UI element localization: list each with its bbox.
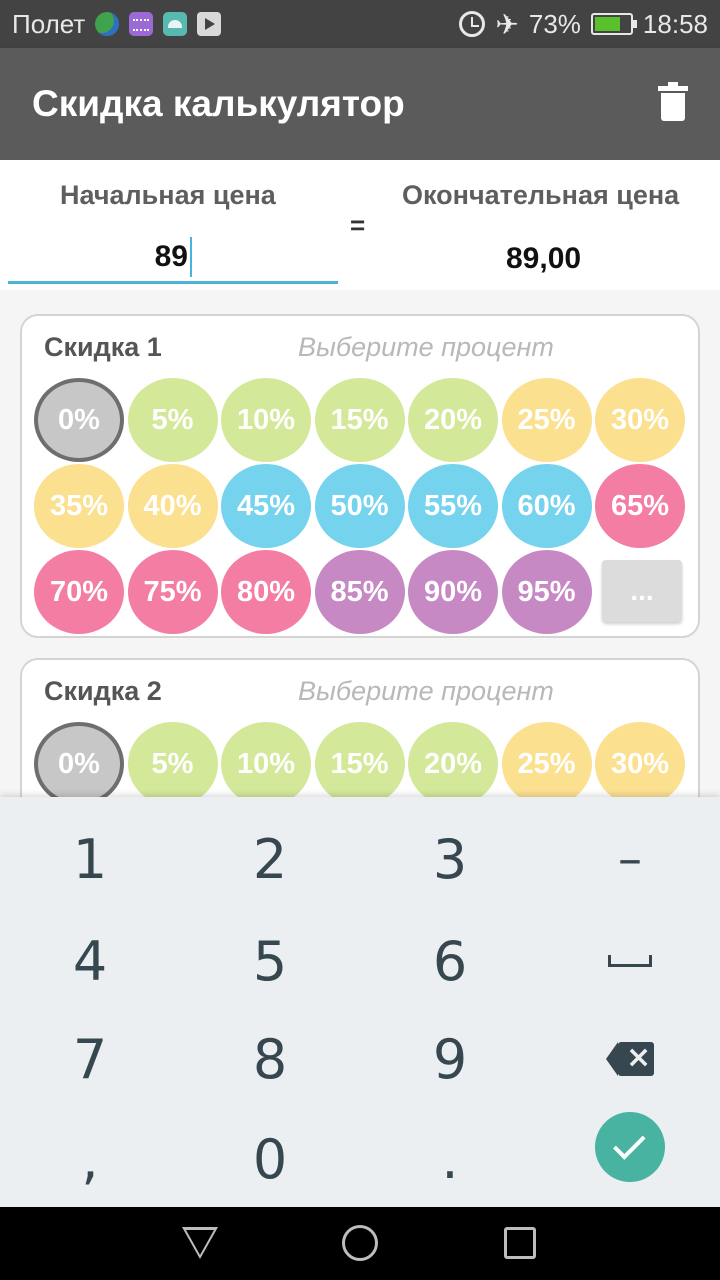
percent-option[interactable]: 90% <box>408 550 498 634</box>
recents-icon[interactable] <box>504 1227 536 1259</box>
price-section: Начальная цена Окончательная цена = 89 8… <box>0 160 720 290</box>
discount-title: Скидка 1 <box>44 332 162 362</box>
percent-option[interactable]: 40% <box>127 464 218 548</box>
final-price-value: 89,00 <box>506 242 582 275</box>
backspace-icon: × <box>606 1040 654 1076</box>
percent-option[interactable]: 55% <box>408 464 498 548</box>
percent-option[interactable]: 10% <box>221 378 311 462</box>
alarm-icon <box>459 11 486 37</box>
start-price-input[interactable]: 89 <box>8 232 338 284</box>
battery-percent: 73% <box>528 8 581 39</box>
key-2[interactable]: 2 <box>180 809 360 909</box>
percent-option[interactable]: 25% <box>501 378 592 462</box>
battery-charging-icon <box>590 13 637 35</box>
percent-option[interactable]: 5% <box>127 378 218 462</box>
key-7[interactable]: 7 <box>0 1009 180 1109</box>
percent-option[interactable]: 0% <box>34 722 124 806</box>
app-bar: Скидка калькулятор <box>0 48 720 160</box>
percent-option[interactable]: 15% <box>314 378 405 462</box>
discount-card-1: Скидка 1 Выберите процент ... 0% 5% 10% 15%… <box>20 314 700 638</box>
key-1[interactable]: 1 <box>0 809 180 909</box>
more-percent-button[interactable]: ... <box>602 560 682 622</box>
navigation-bar <box>0 1207 720 1280</box>
back-icon-inner <box>186 1230 214 1255</box>
key-5[interactable]: 5 <box>180 911 360 1011</box>
carrier-label: Полет <box>12 8 86 39</box>
percent-option[interactable]: 20% <box>408 378 498 462</box>
start-price-value: 89 <box>154 239 188 273</box>
home-icon[interactable] <box>342 1225 378 1261</box>
status-bar: Полет ✈ 73% 18:58 <box>0 0 720 48</box>
percent-option[interactable]: 45% <box>221 464 311 548</box>
start-price-label: Начальная цена <box>60 180 276 210</box>
play-store-icon <box>197 12 222 36</box>
clock: 18:58 <box>642 8 708 39</box>
percent-option[interactable]: 35% <box>34 464 124 548</box>
percent-option[interactable]: 10% <box>221 722 311 806</box>
percent-option[interactable]: 15% <box>314 722 405 806</box>
percent-option[interactable]: 80% <box>221 550 311 634</box>
key-9[interactable]: 9 <box>360 1009 540 1109</box>
key-3[interactable]: 3 <box>360 809 540 909</box>
globe-icon <box>95 12 120 36</box>
key-4[interactable]: 4 <box>0 911 180 1011</box>
percent-option[interactable]: 60% <box>501 464 592 548</box>
percent-option[interactable]: 20% <box>408 722 498 806</box>
key-8[interactable]: 8 <box>180 1009 360 1109</box>
percent-option[interactable]: 75% <box>127 550 218 634</box>
enter-button <box>595 1112 665 1182</box>
percent-option[interactable]: 30% <box>595 378 685 462</box>
check-icon <box>613 1127 646 1160</box>
key-minus[interactable]: – <box>540 809 720 909</box>
percent-option[interactable]: 25% <box>501 722 592 806</box>
keyboard-icon <box>129 12 154 36</box>
discount-hint: Выберите процент <box>298 676 554 706</box>
app-title: Скидка калькулятор <box>32 83 405 124</box>
key-comma[interactable]: , <box>0 1109 180 1209</box>
final-price-label: Окончательная цена <box>402 180 680 210</box>
key-space[interactable] <box>540 911 720 1011</box>
percent-option[interactable]: 50% <box>314 464 405 548</box>
percent-option[interactable]: 85% <box>314 550 405 634</box>
key-enter[interactable] <box>540 1097 720 1197</box>
percent-option[interactable]: 70% <box>34 550 124 634</box>
percent-option[interactable]: 30% <box>595 722 685 806</box>
percent-option[interactable]: 5% <box>127 722 218 806</box>
text-caret <box>190 236 192 277</box>
numeric-keyboard: 1 2 3 – 4 5 6 7 8 9 × , 0 . <box>0 797 720 1207</box>
key-0[interactable]: 0 <box>180 1109 360 1209</box>
percent-option[interactable]: 0% <box>34 378 124 462</box>
trash-icon[interactable] <box>658 82 688 124</box>
space-icon <box>608 955 652 967</box>
equals-sign: = <box>350 210 366 240</box>
key-period[interactable]: . <box>360 1109 540 1209</box>
percent-option[interactable]: 65% <box>595 464 685 548</box>
airplane-icon: ✈ <box>495 8 519 40</box>
key-6[interactable]: 6 <box>360 911 540 1011</box>
key-backspace[interactable]: × <box>540 1009 720 1109</box>
android-icon <box>163 12 188 36</box>
discount-hint: Выберите процент <box>298 332 554 362</box>
discount-title: Скидка 2 <box>44 676 162 706</box>
percent-option[interactable]: 95% <box>501 550 592 634</box>
